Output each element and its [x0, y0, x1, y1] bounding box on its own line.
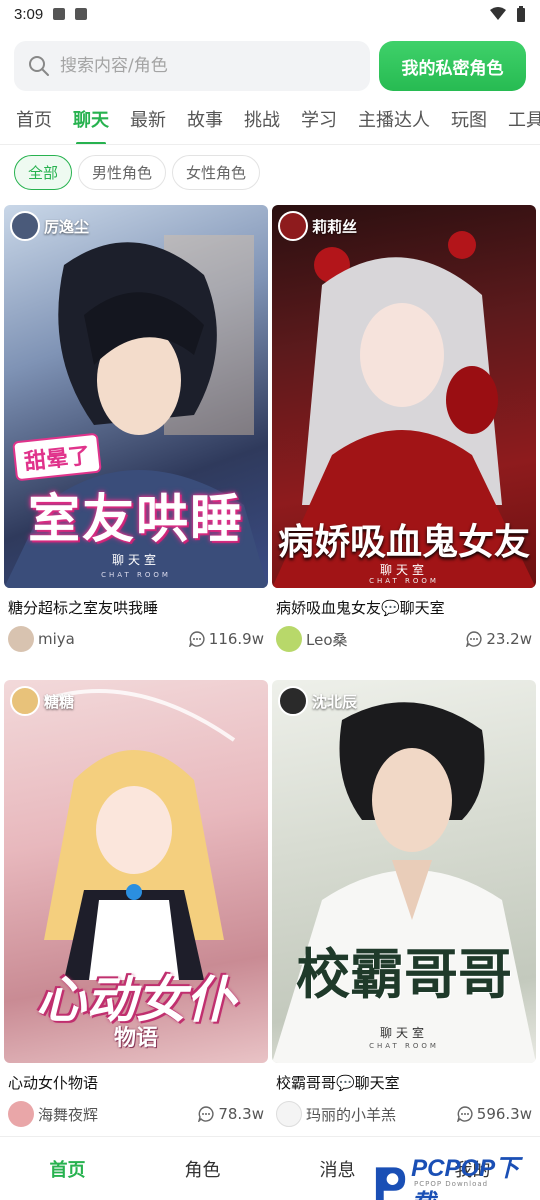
tab-latest[interactable]: 最新 [130, 100, 166, 144]
user-name[interactable]: 海舞夜辉 [38, 1104, 98, 1125]
comment-icon [456, 1106, 473, 1122]
status-bar: 3:09 [0, 0, 540, 28]
tab-play-images[interactable]: 玩图 [451, 100, 487, 144]
cover-author: 糖糖 [10, 686, 74, 716]
tab-streamers[interactable]: 主播达人 [358, 100, 430, 144]
cover-author-name: 沈北辰 [312, 692, 358, 711]
cover-title: 病娇吸血鬼女友 [277, 522, 530, 563]
cover-author-name: 糖糖 [44, 692, 75, 711]
cover-subtitle-en: CHAT ROOM [369, 1042, 439, 1050]
card-meta: 海舞夜辉 78.3w [4, 1101, 268, 1127]
role-card[interactable]: 莉莉丝 病娇吸血鬼女友 聊天室 CHAT ROOM 病娇吸血鬼女友💬聊天室 Le… [272, 205, 536, 652]
card-title[interactable]: 心动女仆物语 [4, 1072, 268, 1093]
chat-count: 78.3w [198, 1105, 268, 1123]
role-card[interactable]: 糖糖 心动女仆 物语 心动女仆物语 海舞夜辉 78.3w [4, 680, 268, 1127]
user-avatar[interactable] [276, 1101, 302, 1127]
tab-challenge[interactable]: 挑战 [244, 100, 280, 144]
chat-count: 596.3w [456, 1105, 536, 1123]
wifi-icon [490, 7, 506, 20]
comment-icon [198, 1106, 214, 1122]
card-meta: 玛丽的小羊羔 596.3w [272, 1101, 536, 1127]
role-card[interactable]: 厉逸尘 甜晕了 室友哄睡 聊天室 CHAT ROOM 糖分超标之室友哄我睡 mi… [4, 205, 268, 652]
author-avatar [10, 686, 40, 716]
watermark-text: PCPOP下载 [411, 1155, 520, 1200]
card-title[interactable]: 糖分超标之室友哄我睡 [4, 597, 268, 618]
tab-study[interactable]: 学习 [301, 100, 337, 144]
chat-count: 116.9w [188, 630, 268, 648]
tab-story[interactable]: 故事 [187, 100, 223, 144]
search-row: 我的私密角色 [14, 41, 526, 91]
user-name[interactable]: miya [38, 630, 75, 648]
cover-subtitle-en: CHAT ROOM [369, 577, 439, 585]
cover-author-name: 厉逸尘 [44, 217, 90, 236]
comment-icon [466, 631, 482, 647]
card-cover[interactable]: 糖糖 心动女仆 物语 [4, 680, 268, 1063]
cover-title: 室友哄睡 [27, 490, 244, 550]
user-avatar[interactable] [276, 626, 302, 652]
cover-subtitle: 聊天室 [379, 563, 428, 577]
pcpop-logo-icon [375, 1167, 406, 1200]
chip-male-roles[interactable]: 男性角色 [78, 155, 167, 190]
author-avatar [10, 211, 40, 241]
author-avatar [278, 211, 308, 241]
cover-author-name: 莉莉丝 [312, 217, 358, 236]
card-title[interactable]: 病娇吸血鬼女友💬聊天室 [272, 597, 536, 618]
cover-subtitle-en: CHAT ROOM [101, 571, 171, 579]
cover-subtitle: 聊天室 [379, 1026, 428, 1040]
user-name[interactable]: Leo桑 [306, 629, 348, 650]
card-cover[interactable]: 莉莉丝 病娇吸血鬼女友 聊天室 CHAT ROOM [272, 205, 536, 588]
category-tabs: 首页 聊天 最新 故事 挑战 学习 主播达人 玩图 工具 [0, 100, 540, 145]
chip-female-roles[interactable]: 女性角色 [172, 155, 261, 190]
chat-count-value: 596.3w [476, 1105, 532, 1123]
watermark-sub: PCPOP Download [414, 1180, 489, 1188]
card-meta: Leo桑 23.2w [272, 626, 536, 652]
chat-count-value: 78.3w [218, 1105, 264, 1123]
cover-subtitle: 聊天室 [111, 553, 160, 567]
cover-title: 校霸哥哥 [296, 943, 512, 1006]
search-icon [29, 56, 49, 76]
filter-chips: 全部 男性角色 女性角色 [14, 155, 261, 190]
card-meta: miya 116.9w [4, 626, 268, 652]
my-private-roles-button[interactable]: 我的私密角色 [379, 41, 526, 91]
battery-icon [517, 6, 525, 22]
nav-home[interactable]: 首页 [0, 1156, 135, 1182]
cover-author: 厉逸尘 [10, 211, 89, 241]
cover-tag: 物语 [113, 1026, 158, 1051]
comment-icon [188, 631, 205, 647]
chip-all[interactable]: 全部 [14, 155, 73, 190]
tab-chat[interactable]: 聊天 [73, 100, 109, 144]
chat-count-value: 116.9w [208, 630, 264, 648]
nav-roles[interactable]: 角色 [135, 1156, 270, 1182]
app-notification-icon [75, 8, 88, 20]
chat-count-value: 23.2w [486, 630, 532, 648]
cover-author: 沈北辰 [278, 686, 357, 716]
author-avatar [278, 686, 308, 716]
image-notification-icon [53, 8, 66, 20]
card-cover[interactable]: 厉逸尘 甜晕了 室友哄睡 聊天室 CHAT ROOM [4, 205, 268, 588]
search-input[interactable] [60, 56, 340, 76]
user-avatar[interactable] [8, 1101, 34, 1127]
watermark: PCPOP下载 PCPOP Download [372, 1148, 540, 1200]
chat-count: 23.2w [466, 630, 536, 648]
user-name[interactable]: 玛丽的小羊羔 [306, 1104, 396, 1125]
user-avatar[interactable] [8, 626, 34, 652]
search-box[interactable] [14, 41, 370, 91]
tab-home[interactable]: 首页 [16, 100, 52, 144]
status-time: 3:09 [14, 5, 44, 23]
tab-tools[interactable]: 工具 [508, 100, 540, 144]
card-title[interactable]: 校霸哥哥💬聊天室 [272, 1072, 536, 1093]
card-cover[interactable]: 沈北辰 校霸哥哥 聊天室 CHAT ROOM [272, 680, 536, 1063]
role-card[interactable]: 沈北辰 校霸哥哥 聊天室 CHAT ROOM 校霸哥哥💬聊天室 玛丽的小羊羔 5… [272, 680, 536, 1127]
cover-author: 莉莉丝 [278, 211, 357, 241]
